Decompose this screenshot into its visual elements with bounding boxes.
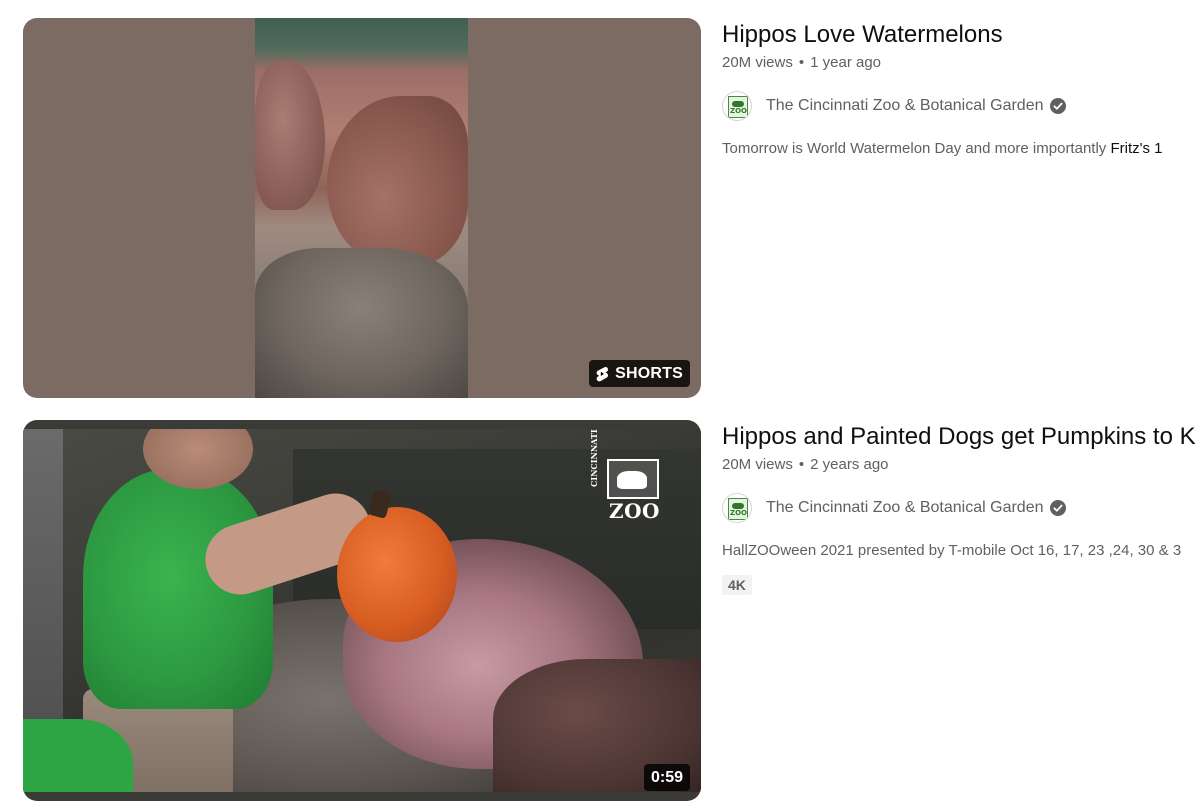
channel-avatar-icon[interactable]: ZOO <box>722 91 752 121</box>
video-info: Hippos and Painted Dogs get Pumpkins to … <box>722 420 1200 595</box>
shorts-badge: SHORTS <box>589 360 690 387</box>
shorts-badge-label: SHORTS <box>615 364 683 382</box>
verified-check-icon <box>1050 500 1067 516</box>
video-info: Hippos Love Watermelons 20M views • 1 year… <box>722 18 1200 159</box>
video-description: Tomorrow is World Watermelon Day and mor… <box>722 139 1200 159</box>
zoo-watermark-logo: ZOO CINCINNATI <box>589 429 665 529</box>
avatar-text: ZOO <box>730 509 747 517</box>
description-text: Tomorrow is World Watermelon Day and mor… <box>722 140 1111 157</box>
description-highlight: Fritz's 1 <box>1110 140 1163 157</box>
view-count: 20M views <box>722 54 793 71</box>
upload-age: 1 year ago <box>810 54 882 71</box>
hippo-image <box>327 96 468 266</box>
video-title[interactable]: Hippos Love Watermelons <box>722 18 1200 52</box>
video-thumbnail[interactable]: ZOO CINCINNATI 0:59 <box>23 420 701 801</box>
meta-separator: • <box>798 54 805 71</box>
thumbnail-image: ZOO CINCINNATI <box>23 429 701 792</box>
logo-vertical-text: CINCINNATI <box>589 429 599 487</box>
upload-age: 2 years ago <box>810 456 889 473</box>
rock-image <box>255 248 468 398</box>
video-meta: 20M views • 1 year ago <box>722 53 1200 73</box>
video-title[interactable]: Hippos and Painted Dogs get Pumpkins to … <box>722 420 1200 454</box>
pumpkin-image <box>337 507 457 642</box>
thumbnail-image <box>255 18 468 398</box>
channel-avatar-icon[interactable]: ZOO <box>722 493 752 523</box>
video-description: HallZOOween 2021 presented by T-mobile O… <box>722 542 1182 559</box>
meta-separator: • <box>798 456 805 473</box>
channel-link[interactable]: ZOO The Cincinnati Zoo & Botanical Garde… <box>722 91 1200 121</box>
channel-name[interactable]: The Cincinnati Zoo & Botanical Garden <box>766 97 1043 115</box>
video-result-2[interactable]: ZOO CINCINNATI 0:59 Hippos and Painted D… <box>0 420 1200 801</box>
video-result-1[interactable]: SHORTS Hippos Love Watermelons 20M views… <box>0 18 1200 398</box>
logo-word: ZOO <box>609 499 660 523</box>
video-thumbnail[interactable]: SHORTS <box>23 18 701 398</box>
shorts-icon <box>596 366 609 381</box>
verified-check-icon <box>1050 98 1067 114</box>
hippo-image <box>255 60 325 210</box>
channel-name[interactable]: The Cincinnati Zoo & Botanical Garden <box>766 499 1043 517</box>
duration-badge: 0:59 <box>643 764 690 791</box>
avatar-text: ZOO <box>730 107 747 115</box>
quality-badge-4k: 4K <box>722 575 752 595</box>
video-meta: 20M views • 2 years ago <box>722 455 1200 475</box>
view-count: 20M views <box>722 456 793 473</box>
channel-link[interactable]: ZOO The Cincinnati Zoo & Botanical Garde… <box>722 493 1200 523</box>
